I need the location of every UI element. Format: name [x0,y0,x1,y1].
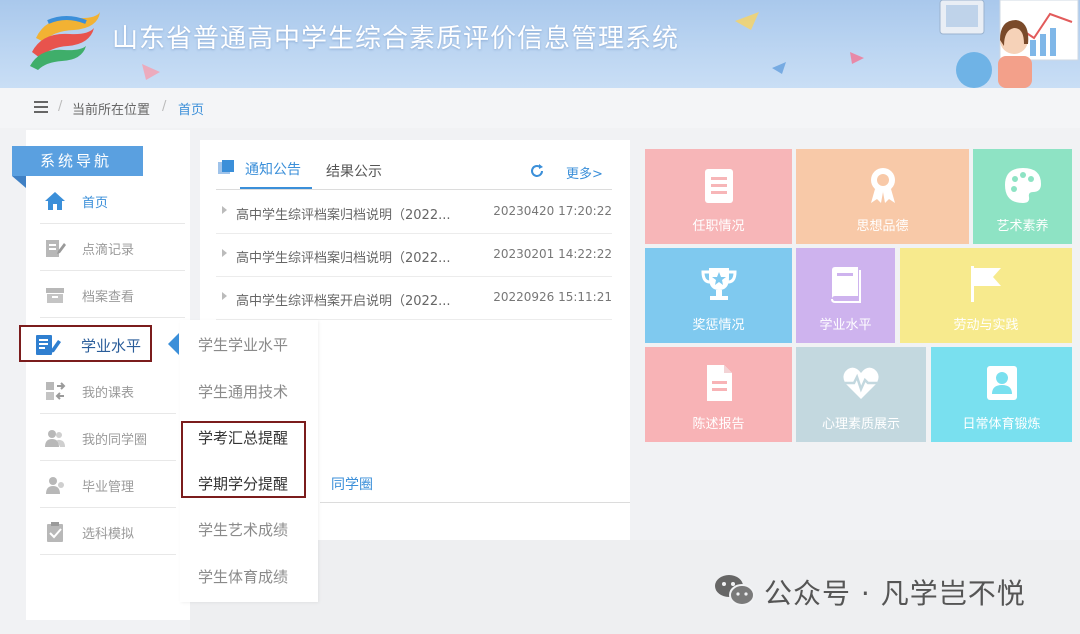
tile-daily-exercise[interactable]: 日常体育锻炼 [931,347,1072,442]
palette-icon [1004,168,1041,203]
tile-moral-character[interactable]: 思想品德 [796,149,969,244]
notice-date: 20230420 17:20:22 [493,204,612,218]
wechat-icon [715,575,755,606]
notice-date: 20220926 15:11:21 [493,290,612,304]
tile-label: 心理素质展示 [821,417,900,432]
sidebar-heading-fold [12,176,26,188]
app-header: 山东省普通高中学生综合素质评价信息管理系统 [0,0,1080,88]
sidebar-item-graduation[interactable]: 毕业管理 [40,462,176,508]
tab-notice[interactable]: 通知公告 [245,159,301,179]
notice-row[interactable]: 高中学生综评档案归档说明（2022... 20230420 17:20:22 [216,191,612,234]
tile-psychological-quality[interactable]: 心理素质展示 [796,347,926,442]
tile-statement-report[interactable]: 陈述报告 [645,347,792,442]
breadcrumb-separator: / [58,99,63,114]
tile-label: 陈述报告 [692,417,745,432]
sidebar-item-label: 首页 [82,196,109,211]
tile-label: 任职情况 [692,219,745,234]
tile-label: 艺术素养 [996,219,1049,234]
sidebar-item-label: 我的同学圈 [82,433,148,448]
edit-note-icon [46,240,66,257]
submenu-item-academic-level[interactable]: 学生学业水平 [198,334,288,355]
sidebar-item-home[interactable]: 首页 [40,178,185,224]
trophy-icon [700,268,737,300]
tile-academic-level[interactable]: 学业水平 [796,248,895,343]
sidebar-item-label: 档案查看 [82,290,135,305]
document-list-icon [704,169,733,203]
submenu-item-pe-scores[interactable]: 学生体育成绩 [198,566,288,587]
sidebar-item-label: 选科模拟 [82,527,135,542]
tile-label: 思想品德 [856,219,909,234]
id-card-icon [986,366,1017,400]
sidebar-item-archive[interactable]: 档案查看 [40,272,185,318]
report-file-icon [706,365,732,401]
tile-label: 奖惩情况 [692,318,745,333]
system-logo-icon [30,12,100,70]
sidebar-item-schedule[interactable]: 我的课表 [40,368,176,414]
sidebar-item-classmates[interactable]: 我的同学圈 [40,415,176,461]
clipboard-check-icon [47,522,63,542]
sidebar-item-label: 毕业管理 [82,480,135,495]
watermark-text: 公众号 · 凡学岂不悦 [764,577,1026,610]
paper-plane-decoration-icon [772,62,786,74]
sidebar-heading: 系统导航 [12,146,143,176]
notice-title[interactable]: 高中学生综评档案归档说明（2022... [236,247,450,266]
refresh-icon[interactable] [530,164,544,178]
tile-position-status[interactable]: 任职情况 [645,149,792,244]
app-title: 山东省普通高中学生综合素质评价信息管理系统 [112,24,680,54]
sidebar-item-academic-level[interactable]: 学业水平 [19,325,152,362]
sidebar-item-records[interactable]: 点滴记录 [40,225,185,271]
notice-tab-icon [218,160,234,174]
sidebar-item-label: 点滴记录 [82,243,135,258]
schedule-icon [46,382,66,400]
notice-title[interactable]: 高中学生综评档案归档说明（2022... [236,204,450,223]
submenu-item-general-technology[interactable]: 学生通用技术 [198,381,288,402]
notice-row[interactable]: 高中学生综评档案归档说明（2022... 20230201 14:22:22 [216,234,612,277]
tab-classmates[interactable]: 同学圈 [331,474,373,494]
breadcrumb-location-label: 当前所在位置 [72,103,151,118]
notice-row[interactable]: 高中学生综评档案开启说明（2022... 20220926 15:11:21 [216,277,612,320]
tile-labor-practice[interactable]: 劳动与实践 [900,248,1072,343]
active-tab-underline [240,187,312,189]
sidebar-item-subject-simulation[interactable]: 选科模拟 [40,509,176,555]
graduate-icon [46,477,64,494]
tile-label: 日常体育锻炼 [962,417,1041,432]
paper-plane-decoration-icon [142,64,160,80]
bullet-arrow-icon [222,249,227,257]
tile-art-literacy[interactable]: 艺术素养 [973,149,1072,244]
notice-date: 20230201 14:22:22 [493,247,612,261]
tile-label: 劳动与实践 [953,318,1019,333]
paper-plane-decoration-icon [735,12,759,30]
bullet-arrow-icon [222,292,227,300]
bullet-arrow-icon [222,206,227,214]
breadcrumb-separator: / [162,99,167,114]
home-icon [45,192,65,210]
heartbeat-icon [843,367,879,399]
study-edit-icon [36,335,61,355]
book-icon [830,267,861,303]
submenu-item-art-scores[interactable]: 学生艺术成绩 [198,519,288,540]
sidebar-item-label: 学业水平 [81,337,142,355]
tile-label: 学业水平 [819,318,872,333]
breadcrumb-home-link[interactable]: 首页 [178,99,204,118]
classmates-icon [45,430,65,447]
tile-rewards-punishments[interactable]: 奖惩情况 [645,248,792,343]
more-link[interactable]: 更多> [566,163,603,182]
header-illustration-icon [939,0,1079,88]
tab-results[interactable]: 结果公示 [326,161,382,181]
highlight-box [181,421,306,498]
menu-toggle-icon[interactable] [34,100,48,114]
divider [320,502,630,503]
active-pointer-arrow-icon [168,333,179,355]
sidebar-item-label: 我的课表 [82,386,135,401]
paper-plane-decoration-icon [850,52,864,64]
award-ribbon-icon [870,168,895,203]
archive-box-icon [46,288,64,303]
breadcrumb: / 当前所在位置 / 首页 [0,88,1080,128]
notice-title[interactable]: 高中学生综评档案开启说明（2022... [236,290,450,309]
flag-icon [971,266,1001,302]
